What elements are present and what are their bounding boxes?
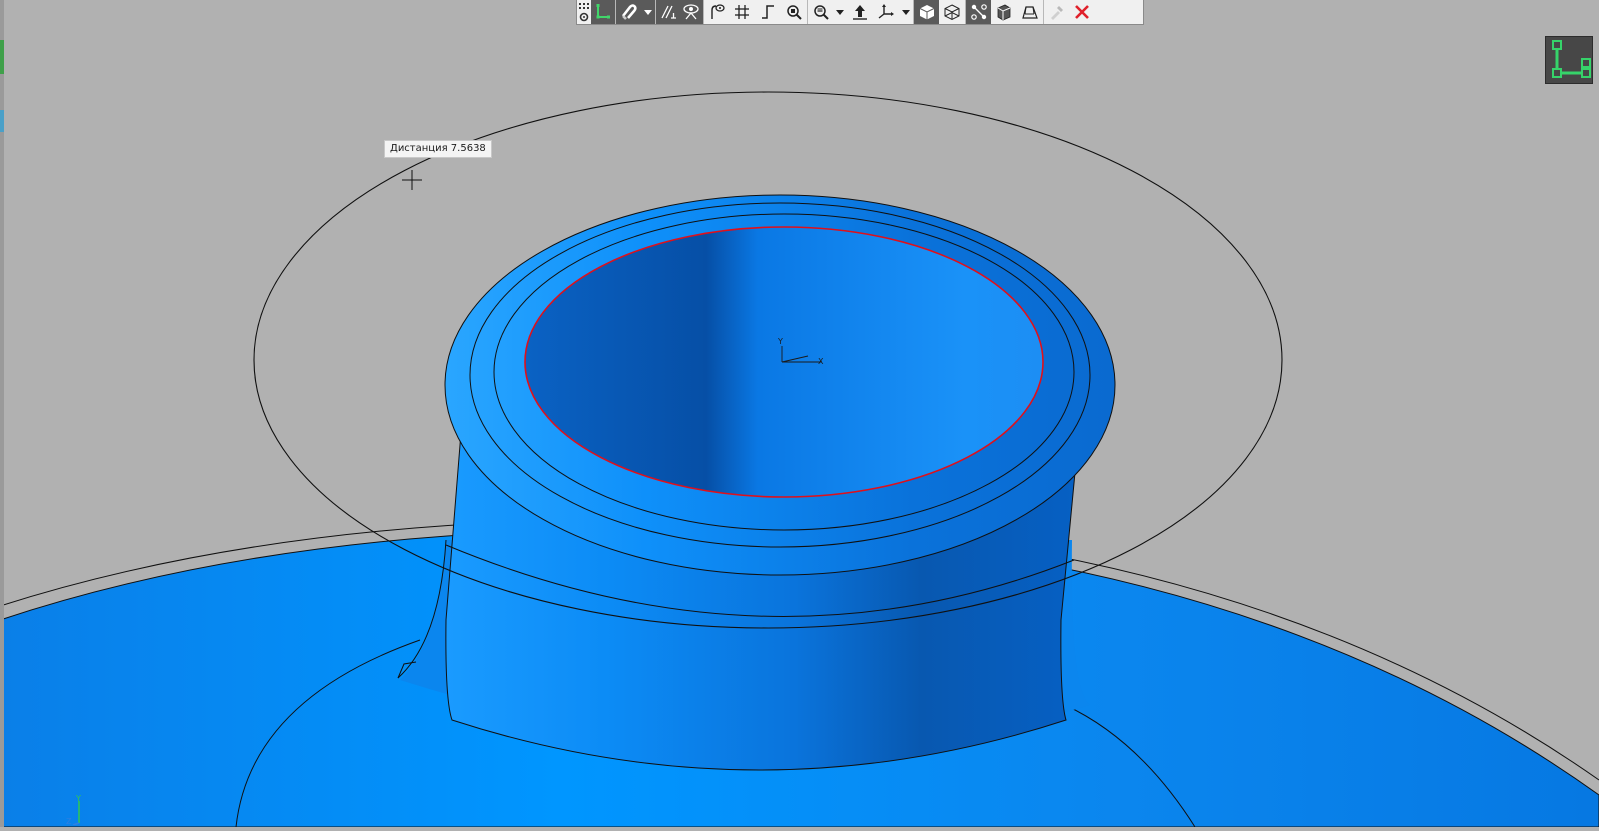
local-axis-y-label: Y: [777, 337, 783, 346]
sketch-mode-icon[interactable]: [591, 0, 615, 24]
eyedropper-icon[interactable]: [1043, 0, 1069, 24]
sketch-corner-button[interactable]: [1545, 36, 1593, 84]
distance-tooltip: Дистанция 7.5638: [384, 140, 492, 158]
grid-icon[interactable]: [729, 0, 755, 24]
orient-icon[interactable]: [847, 0, 873, 24]
local-axis-x-label: X: [818, 357, 824, 366]
axes-icon[interactable]: [873, 0, 899, 24]
dropdown-arrow-icon[interactable]: [899, 0, 913, 24]
section-view-icon[interactable]: [991, 0, 1017, 24]
measure-icon[interactable]: [703, 0, 729, 24]
left-panel-tab[interactable]: [0, 40, 4, 74]
crosshair-cursor-icon: [402, 170, 422, 190]
wireframe-cube-icon[interactable]: [939, 0, 965, 24]
model-scene[interactable]: Y X: [0, 0, 1599, 828]
dropdown-arrow-icon[interactable]: [641, 0, 655, 24]
step-icon[interactable]: [755, 0, 781, 24]
close-icon[interactable]: [1069, 0, 1095, 24]
settings-grid-icon[interactable]: [577, 0, 591, 24]
dropdown-arrow-icon[interactable]: [833, 0, 847, 24]
shaded-cube-icon[interactable]: [913, 0, 939, 24]
view-toolbar: [576, 0, 1144, 25]
3d-viewport[interactable]: Y X: [0, 0, 1599, 828]
zoom-icon[interactable]: [807, 0, 833, 24]
global-axis-z-label: Z: [66, 817, 72, 825]
sketch-corner-icon: [1552, 40, 1591, 78]
magnet-snap-icon[interactable]: [615, 0, 641, 24]
perspective-icon[interactable]: [1017, 0, 1043, 24]
constraints-icon[interactable]: [655, 0, 679, 24]
global-axis-triad: Y Z: [66, 795, 81, 825]
nodes-icon[interactable]: [965, 0, 991, 24]
zoom-region-icon[interactable]: [781, 0, 807, 24]
show-hide-icon[interactable]: [679, 0, 703, 24]
global-axis-y-label: Y: [75, 795, 81, 803]
left-panel-tab-secondary[interactable]: [0, 110, 4, 132]
